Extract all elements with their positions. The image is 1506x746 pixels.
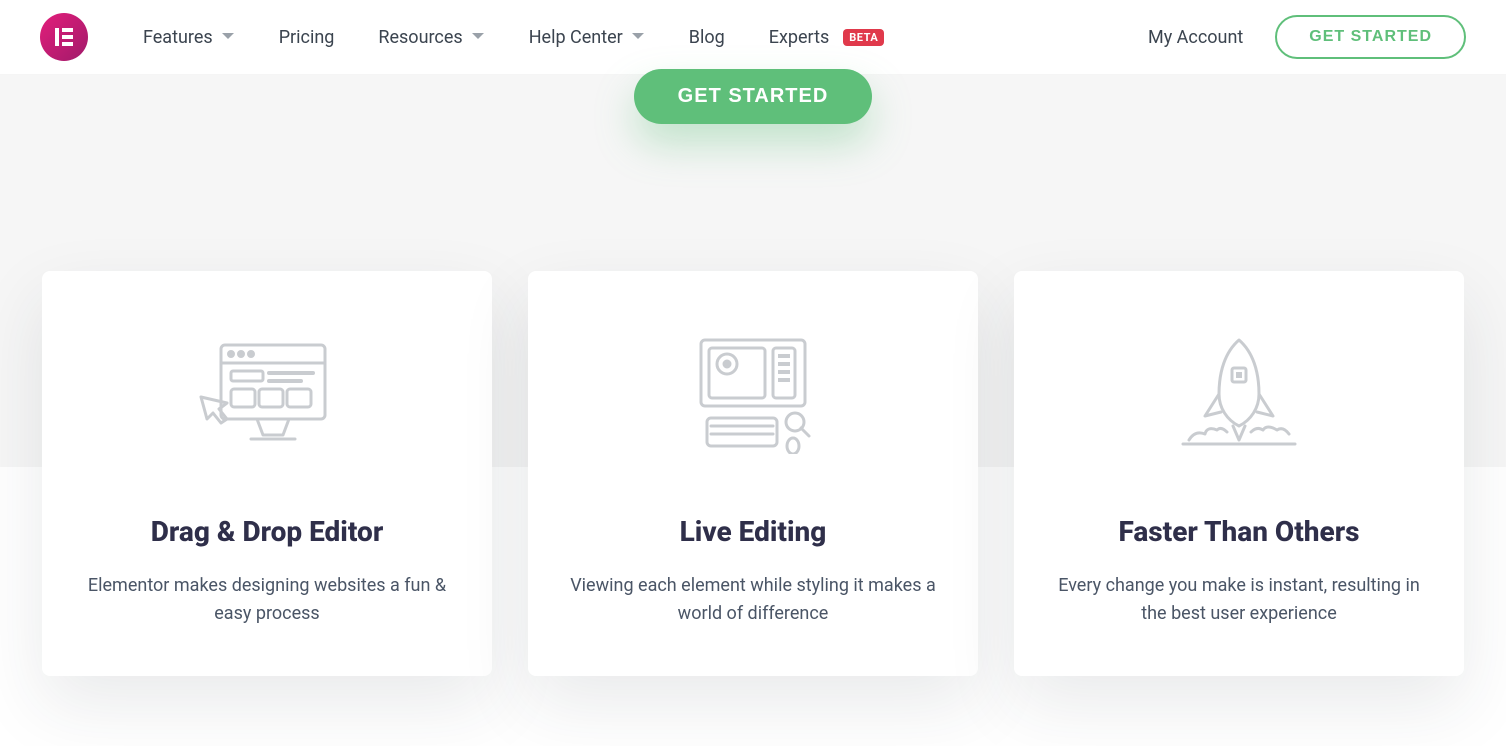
nav-features[interactable]: Features <box>143 27 235 48</box>
card-live-editing: Live Editing Viewing each element while … <box>528 271 978 676</box>
live-editing-icon <box>683 329 823 459</box>
header-get-started-button[interactable]: GET STARTED <box>1275 15 1466 59</box>
nav-features-label: Features <box>143 27 213 48</box>
nav-pricing[interactable]: Pricing <box>279 27 335 48</box>
nav-help-center[interactable]: Help Center <box>529 27 645 48</box>
nav-experts[interactable]: Experts BETA <box>769 27 884 48</box>
drag-drop-editor-icon <box>197 329 337 459</box>
card-description: Every change you make is instant, result… <box>1054 572 1424 628</box>
nav-resources-label: Resources <box>378 27 462 48</box>
brand-logo[interactable] <box>40 13 88 61</box>
card-description: Elementor makes designing websites a fun… <box>82 572 452 628</box>
card-title: Faster Than Others <box>1118 515 1359 548</box>
nav-blog-label: Blog <box>689 27 725 48</box>
nav-experts-label: Experts <box>769 27 830 48</box>
card-title: Drag & Drop Editor <box>151 515 384 548</box>
nav-my-account[interactable]: My Account <box>1148 27 1243 48</box>
hero-get-started-button[interactable]: GET STARTED <box>634 69 873 124</box>
chevron-down-icon <box>471 32 485 42</box>
nav-resources[interactable]: Resources <box>378 27 484 48</box>
chevron-down-icon <box>631 32 645 42</box>
site-header: Features Pricing Resources Help Center B… <box>0 0 1506 75</box>
card-drag-drop: Drag & Drop Editor Elementor makes desig… <box>42 271 492 676</box>
secondary-nav: My Account GET STARTED <box>1148 15 1466 59</box>
beta-badge: BETA <box>843 29 884 46</box>
nav-my-account-label: My Account <box>1148 27 1243 48</box>
card-title: Live Editing <box>680 515 827 548</box>
nav-help-center-label: Help Center <box>529 27 623 48</box>
nav-blog[interactable]: Blog <box>689 27 725 48</box>
chevron-down-icon <box>221 32 235 42</box>
primary-nav: Features Pricing Resources Help Center B… <box>143 27 1148 48</box>
feature-cards: Drag & Drop Editor Elementor makes desig… <box>0 271 1506 736</box>
rocket-icon <box>1169 329 1309 459</box>
card-description: Viewing each element while styling it ma… <box>568 572 938 628</box>
card-faster: Faster Than Others Every change you make… <box>1014 271 1464 676</box>
nav-pricing-label: Pricing <box>279 27 335 48</box>
